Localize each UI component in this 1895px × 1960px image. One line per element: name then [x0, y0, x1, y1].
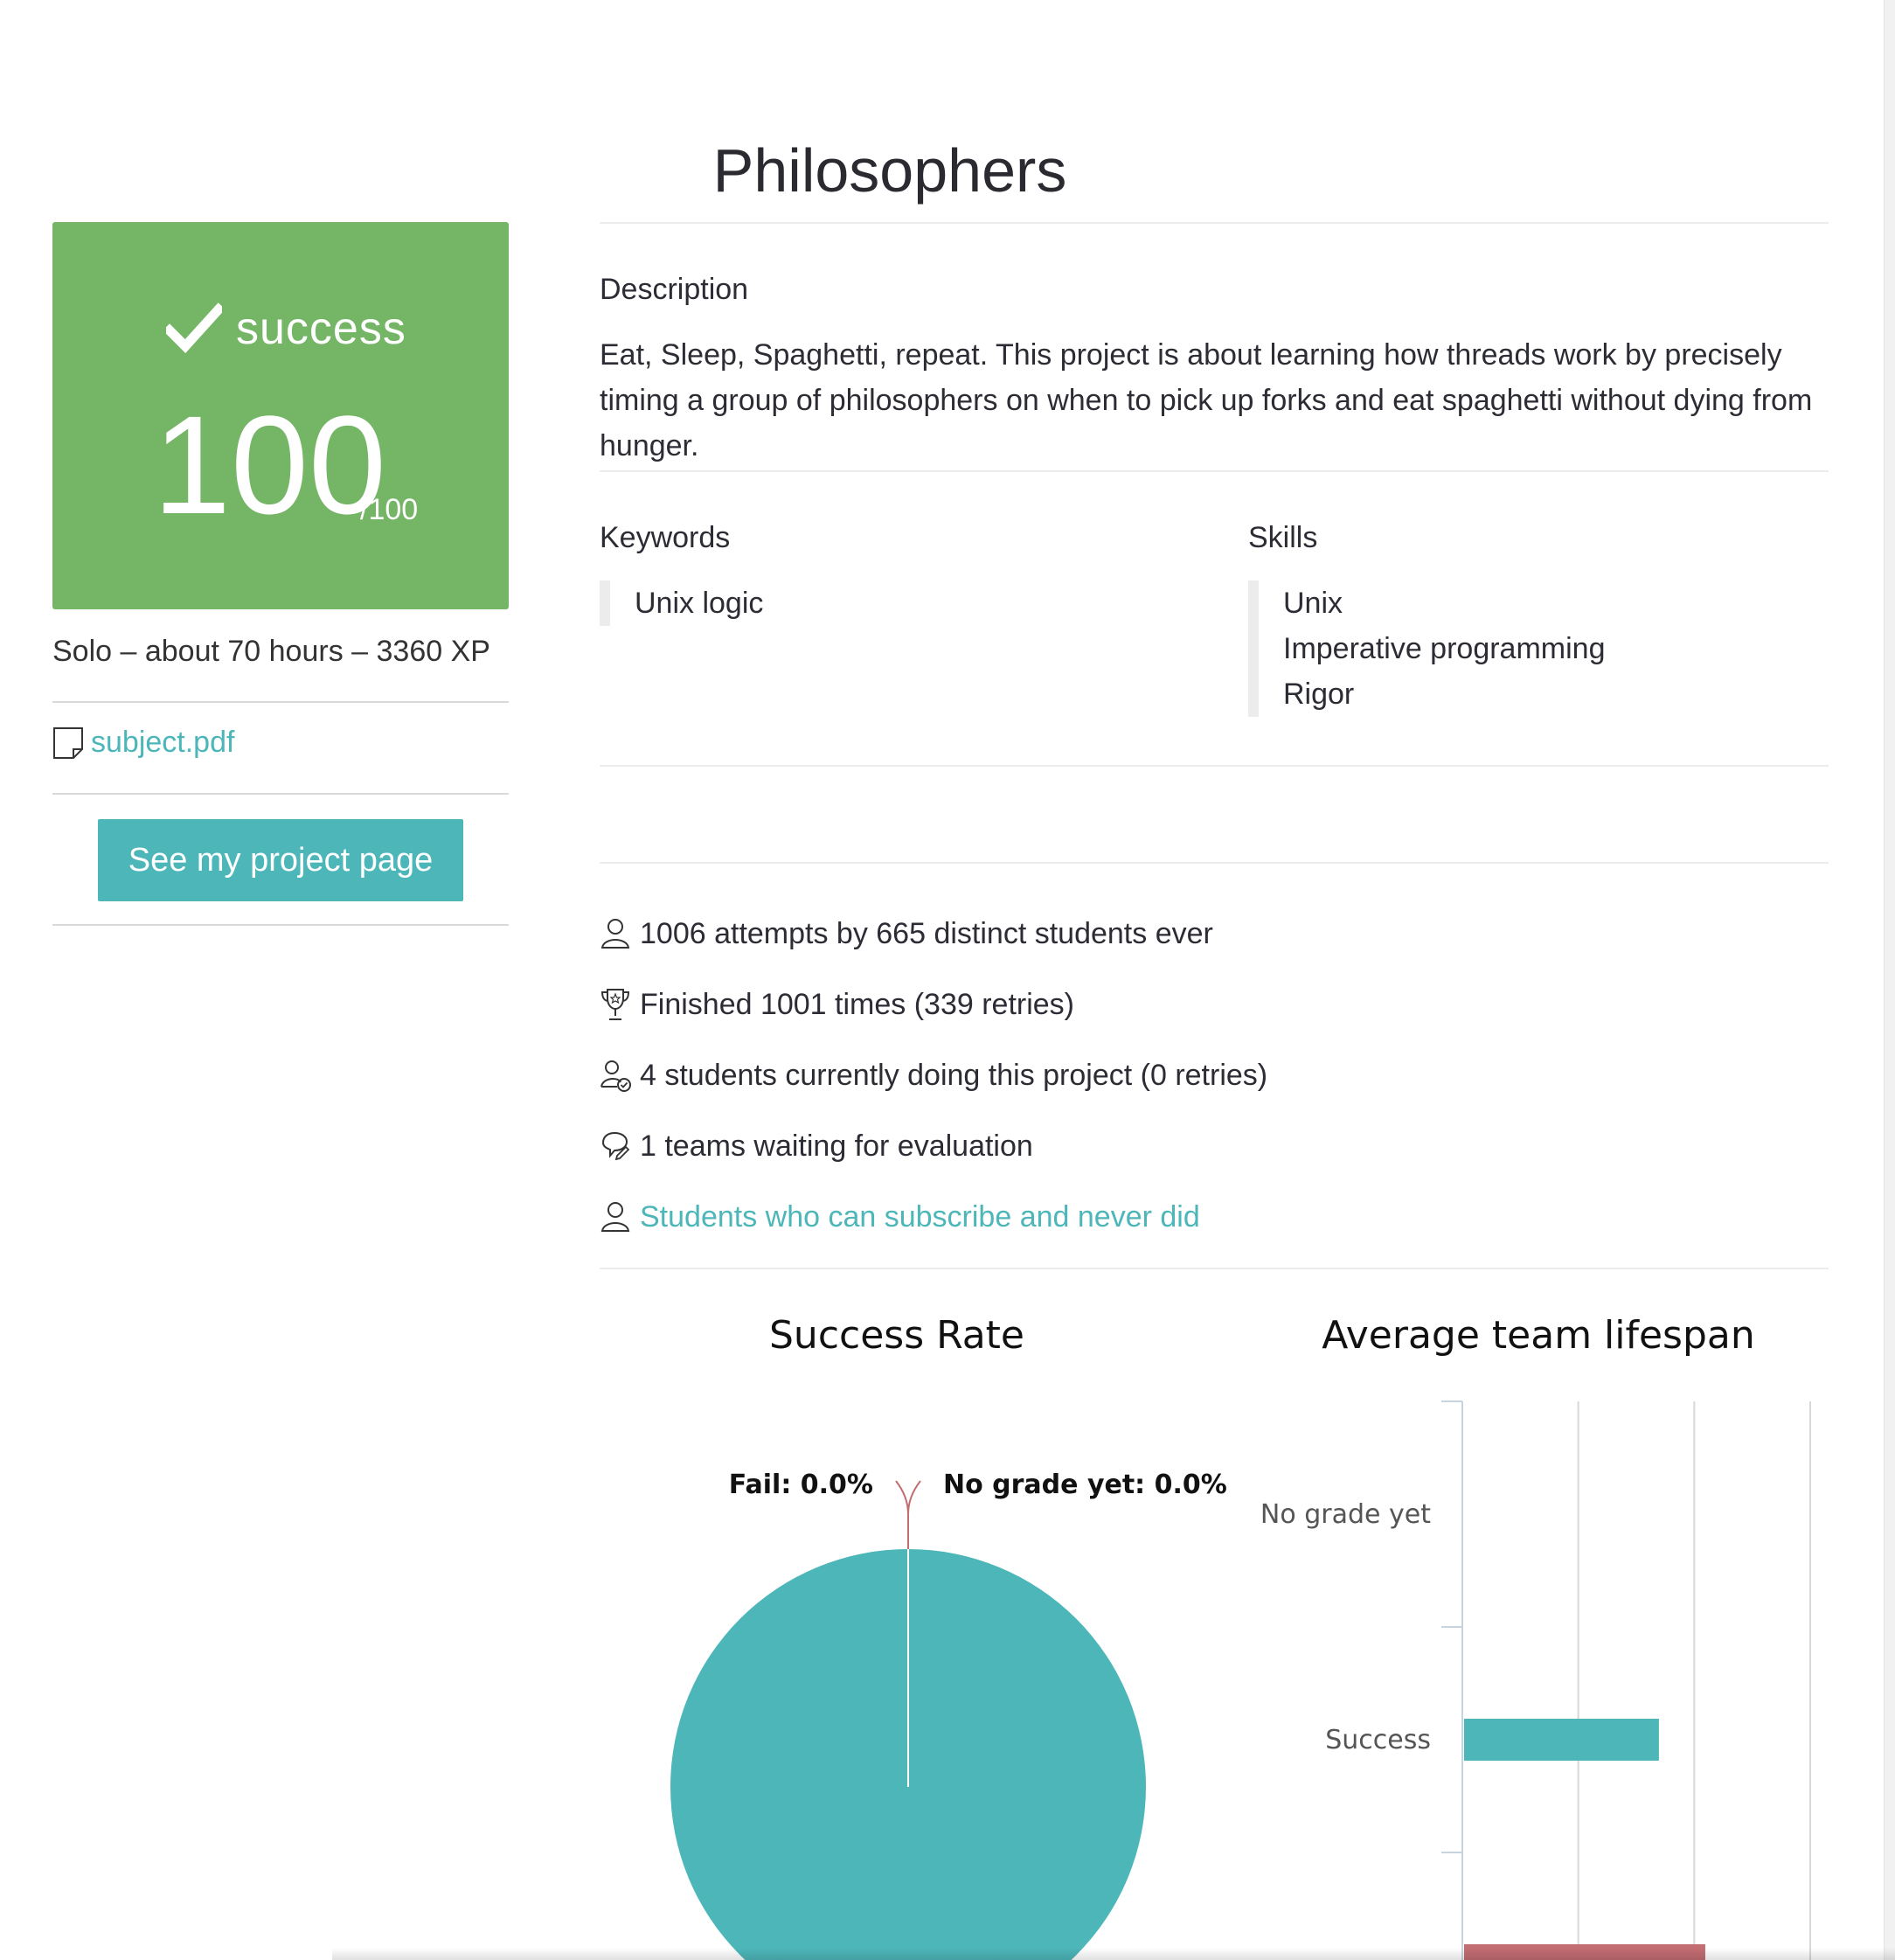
- divider: [600, 222, 1829, 224]
- status-line: success: [166, 302, 406, 355]
- pie-connector-no-grade: [907, 1480, 921, 1515]
- skills-list: Unix Imperative programming Rigor: [1248, 580, 1605, 717]
- checkmark-icon: [166, 302, 222, 353]
- keyword-item: Unix logic: [635, 587, 764, 620]
- user-icon: [600, 1202, 630, 1232]
- stat-current-students: 4 students currently doing this project …: [600, 1058, 1267, 1093]
- project-meta: Solo – about 70 hours – 3360 XP: [52, 635, 490, 668]
- stat-text: 4 students currently doing this project …: [640, 1058, 1268, 1092]
- divider: [600, 765, 1829, 767]
- description-heading: Description: [600, 273, 749, 306]
- bar-success: [1464, 1719, 1659, 1761]
- description-text: Eat, Sleep, Spaghetti, repeat. This proj…: [600, 338, 1813, 462]
- skills-heading: Skills: [1248, 521, 1318, 554]
- stat-attempts: 1006 attempts by 665 distinct students e…: [600, 916, 1213, 951]
- skill-item: Rigor: [1283, 678, 1355, 711]
- chat-icon: [601, 1131, 630, 1161]
- stat-text: 1 teams waiting for evaluation: [640, 1129, 1033, 1163]
- subscribe-students-link[interactable]: Students who can subscribe and never did: [600, 1199, 1200, 1234]
- score-card: success 100 /100: [52, 222, 509, 609]
- bottom-shadow: [332, 1948, 1895, 1960]
- pie-label-no-grade: No grade yet: 0.0%: [943, 1470, 1227, 1500]
- trophy-icon: [600, 989, 630, 1020]
- stat-link-text: Students who can subscribe and never did: [640, 1199, 1200, 1234]
- user-check-icon: [600, 1060, 631, 1092]
- bar-category-label-success: Success: [1325, 1725, 1431, 1755]
- divider: [52, 701, 509, 703]
- see-project-page-button[interactable]: See my project page: [98, 819, 463, 901]
- divider: [600, 1268, 1829, 1269]
- page-title: Philosophers: [712, 136, 1067, 205]
- keywords-list: Unix logic: [600, 580, 763, 626]
- divider: [600, 862, 1829, 864]
- success-rate-title: Success Rate: [769, 1313, 1024, 1358]
- pie-slice-success: [670, 1549, 1146, 1960]
- score-value: 100: [153, 386, 386, 543]
- bar-category-label-no-grade-yet: No grade yet: [1260, 1499, 1431, 1530]
- stat-text: Finished 1001 times (339 retries): [640, 987, 1075, 1021]
- score-max: /100: [360, 493, 419, 526]
- skill-item: Imperative programming: [1283, 632, 1606, 665]
- keywords-heading: Keywords: [600, 521, 731, 554]
- scrollbar[interactable]: [1884, 0, 1895, 1960]
- user-icon: [600, 919, 630, 949]
- status-text: success: [236, 303, 406, 354]
- stat-waiting-evaluation: 1 teams waiting for evaluation: [600, 1129, 1033, 1164]
- pie-connector-fail: [895, 1480, 909, 1549]
- skill-item: Unix: [1283, 587, 1343, 620]
- divider: [52, 793, 509, 795]
- stat-finished: Finished 1001 times (339 retries): [600, 987, 1074, 1022]
- stat-text: 1006 attempts by 665 distinct students e…: [640, 916, 1213, 950]
- subject-pdf-link[interactable]: subject.pdf: [52, 726, 234, 760]
- subject-pdf-label: subject.pdf: [91, 726, 235, 759]
- team-lifespan-title: Average team lifespan: [1322, 1313, 1755, 1358]
- divider: [52, 924, 509, 926]
- document-icon: [53, 726, 83, 759]
- pie-label-fail: Fail: 0.0%: [729, 1470, 873, 1500]
- divider: [600, 470, 1829, 472]
